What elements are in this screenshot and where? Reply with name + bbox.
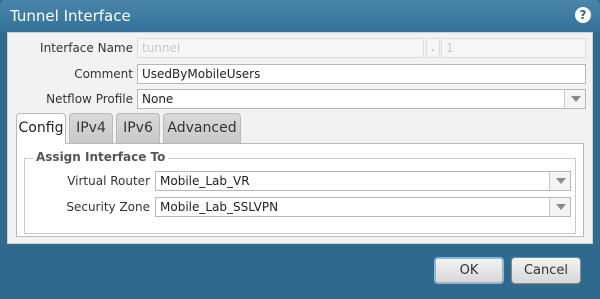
- ok-button[interactable]: OK: [434, 257, 504, 284]
- virtual-router-value: Mobile_Lab_VR: [160, 174, 250, 188]
- dialog-footer: OK Cancel: [0, 244, 600, 299]
- tunnel-interface-dialog: Tunnel Interface ? Interface Name tunnel…: [0, 0, 600, 299]
- chevron-down-icon[interactable]: [549, 172, 570, 190]
- comment-field[interactable]: UsedByMobileUsers: [137, 64, 586, 84]
- tab-advanced[interactable]: Advanced: [163, 113, 241, 143]
- interface-unit-field: 1: [441, 38, 586, 58]
- interface-name-label: Interface Name: [40, 41, 133, 55]
- netflow-profile-label: Netflow Profile: [46, 92, 133, 106]
- security-zone-value: Mobile_Lab_SSLVPN: [160, 200, 279, 214]
- comment-label: Comment: [74, 67, 133, 81]
- chevron-down-icon[interactable]: [549, 198, 570, 216]
- virtual-router-select[interactable]: Mobile_Lab_VR: [155, 171, 571, 191]
- security-zone-label: Security Zone: [66, 200, 150, 214]
- dialog-titlebar: Tunnel Interface ?: [0, 0, 600, 32]
- assign-interface-group: Assign Interface To Virtual Router Mobil…: [24, 150, 576, 234]
- netflow-profile-value: None: [142, 92, 174, 106]
- dialog-title: Tunnel Interface: [10, 7, 131, 25]
- config-panel: Assign Interface To Virtual Router Mobil…: [16, 143, 584, 237]
- dialog-body: Interface Name tunnel . 1 Comment UsedBy…: [7, 32, 593, 244]
- assign-interface-legend: Assign Interface To: [33, 150, 169, 164]
- tab-config[interactable]: Config: [16, 113, 66, 144]
- cancel-button[interactable]: Cancel: [511, 257, 581, 284]
- help-icon[interactable]: ?: [575, 7, 591, 23]
- interface-name-separator: .: [426, 38, 440, 58]
- tab-ipv6[interactable]: IPv6: [116, 113, 160, 143]
- netflow-profile-select[interactable]: None: [137, 89, 586, 109]
- interface-name-field: tunnel: [137, 38, 424, 58]
- tab-ipv4[interactable]: IPv4: [69, 113, 113, 143]
- chevron-down-icon[interactable]: [564, 90, 585, 108]
- security-zone-select[interactable]: Mobile_Lab_SSLVPN: [155, 197, 571, 217]
- virtual-router-label: Virtual Router: [67, 174, 150, 188]
